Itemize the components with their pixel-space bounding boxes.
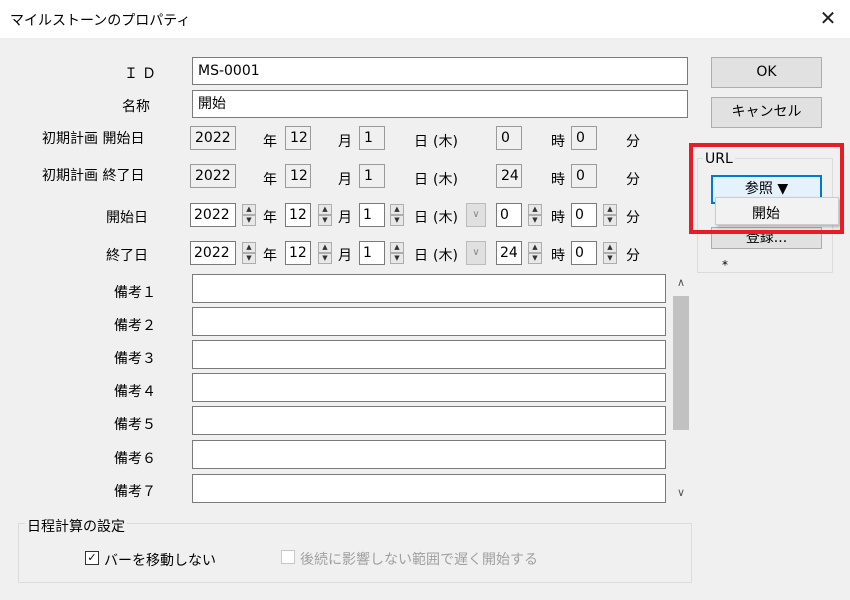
delay-label: 後続に影響しない範囲で遅く開始する [300,552,538,568]
start-month-input[interactable]: 12 [285,203,311,227]
end-month-spinner[interactable]: ▲ ▼ [318,242,332,264]
memo-field-7[interactable] [192,474,666,503]
hour-unit: 時 [551,134,565,150]
plan-end-year: 2022 [190,164,236,188]
end-minute-input[interactable]: 0 [571,241,597,265]
plan-start-year: 2022 [190,126,236,150]
name-label: 名称 [122,99,150,115]
end-day-spinner[interactable]: ▲ ▼ [390,242,404,264]
year-unit: 年 [263,134,277,150]
start-year-input[interactable]: 2022 [190,203,236,227]
end-month-input[interactable]: 12 [285,241,311,265]
plan-end-month: 12 [285,164,311,188]
url-asterisk: * [722,258,728,272]
memo-label-4: 備考４ [114,384,156,400]
start-minute-input[interactable]: 0 [571,203,597,227]
memo-label-5: 備考５ [114,417,156,433]
month-unit: 月 [338,248,352,264]
month-unit: 月 [338,210,352,226]
name-field[interactable]: 開始 [192,90,688,118]
start-year-spinner[interactable]: ▲ ▼ [242,204,256,226]
plan-start-minute: 0 [571,126,597,150]
start-hour-input[interactable]: 0 [496,203,522,227]
end-minute-spinner[interactable]: ▲ ▼ [603,242,617,264]
memo-label-6: 備考６ [114,451,156,467]
day-unit: 日 [414,248,428,264]
plan-start-month: 12 [285,126,311,150]
memo-field-3[interactable] [192,340,666,369]
end-calendar-dropdown[interactable]: ∨ [466,241,486,265]
plan-end-minute: 0 [571,164,597,188]
end-year-input[interactable]: 2022 [190,241,236,265]
plan-end-hour: 24 [496,164,522,188]
memo-field-6[interactable] [192,440,666,469]
plan-end-weekday: (木) [433,172,458,188]
memo-field-4[interactable] [192,373,666,402]
end-hour-spinner[interactable]: ▲ ▼ [528,242,542,264]
plan-start-weekday: (木) [433,134,458,150]
window-title: マイルストーンのプロパティ [10,13,191,29]
year-unit: 年 [263,210,277,226]
ok-button[interactable]: OK [711,57,822,88]
plan-end-label: 初期計画 終了日 [42,168,145,184]
end-year-spinner[interactable]: ▲ ▼ [242,242,256,264]
plan-end-day: 1 [359,164,385,188]
start-day-input[interactable]: 1 [359,203,385,227]
highlight-box [689,143,844,234]
day-unit: 日 [414,210,428,226]
end-label: 終了日 [106,248,148,264]
no-move-checkbox[interactable]: ✓ [85,551,99,565]
plan-start-label: 初期計画 開始日 [42,131,145,147]
hour-unit: 時 [551,248,565,264]
minute-unit: 分 [626,134,640,150]
plan-start-hour: 0 [496,126,522,150]
end-day-input[interactable]: 1 [359,241,385,265]
year-unit: 年 [263,248,277,264]
memo-field-1[interactable] [192,274,666,303]
delay-checkbox[interactable] [281,550,295,564]
schedule-group-label: 日程計算の設定 [25,516,127,536]
id-label: ＩＤ [124,66,160,82]
start-minute-spinner[interactable]: ▲ ▼ [603,204,617,226]
start-hour-spinner[interactable]: ▲ ▼ [528,204,542,226]
end-weekday: (木) [433,248,458,264]
memo-label-7: 備考７ [114,484,156,500]
memo-label-2: 備考２ [114,318,156,334]
memo-label-3: 備考３ [114,351,156,367]
id-field[interactable]: MS-0001 [192,57,688,85]
no-move-label: バーを移動しない [104,553,216,569]
memo-field-5[interactable] [192,406,666,435]
year-unit: 年 [263,172,277,188]
minute-unit: 分 [626,210,640,226]
month-unit: 月 [338,134,352,150]
cancel-button[interactable]: キャンセル [711,97,822,128]
day-unit: 日 [414,172,428,188]
minute-unit: 分 [626,172,640,188]
day-unit: 日 [414,134,428,150]
hour-unit: 時 [551,172,565,188]
memo-field-2[interactable] [192,307,666,336]
start-label: 開始日 [106,210,148,226]
minute-unit: 分 [626,248,640,264]
start-weekday: (木) [433,210,458,226]
close-icon[interactable]: ✕ [816,6,840,30]
plan-start-day: 1 [359,126,385,150]
scroll-up-icon[interactable]: ∧ [673,276,689,292]
scroll-down-icon[interactable]: ∨ [673,486,689,502]
start-calendar-dropdown[interactable]: ∨ [466,203,486,227]
memo-label-1: 備考１ [114,285,156,301]
start-month-spinner[interactable]: ▲ ▼ [318,204,332,226]
hour-unit: 時 [551,210,565,226]
month-unit: 月 [338,172,352,188]
scroll-thumb[interactable] [673,296,689,430]
end-hour-input[interactable]: 24 [496,241,522,265]
start-day-spinner[interactable]: ▲ ▼ [390,204,404,226]
